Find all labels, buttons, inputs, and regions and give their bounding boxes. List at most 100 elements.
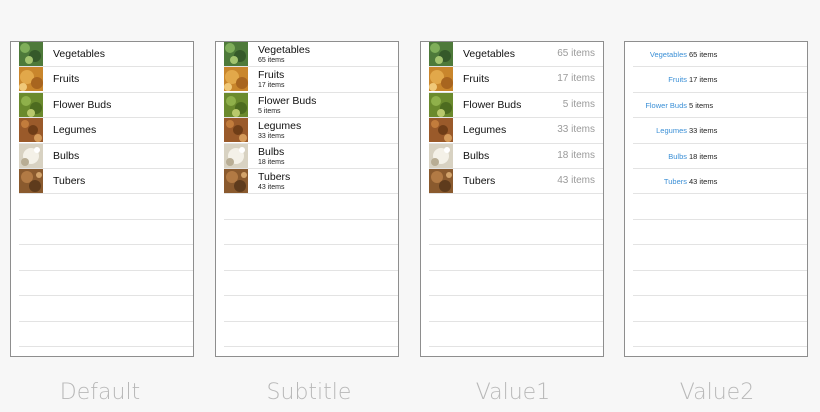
- table-row[interactable]: Fruits 17 items: [633, 67, 807, 93]
- row-detail: 65 items: [557, 48, 595, 59]
- row-detail: 43 items: [689, 176, 718, 186]
- row-title: Legumes: [258, 120, 302, 133]
- row-title: Tubers: [463, 174, 496, 187]
- table-row[interactable]: Flower Buds 5 items: [633, 93, 807, 119]
- table-row[interactable]: Fruits 17 items: [224, 67, 398, 93]
- empty-row: [19, 245, 193, 271]
- empty-row: [224, 322, 398, 348]
- row-title: Fruits: [668, 75, 687, 85]
- bulbs-photo-icon: [19, 143, 43, 168]
- vegetables-photo-icon: [19, 42, 43, 66]
- empty-row: [633, 245, 807, 271]
- table-row[interactable]: Legumes: [19, 118, 193, 144]
- row-detail: 65 items: [689, 50, 718, 59]
- table-row[interactable]: Vegetables 65 items: [633, 42, 807, 68]
- row-title: Flower Buds: [645, 100, 687, 110]
- row-title: Flower Buds: [463, 98, 522, 111]
- table-value2-style: Vegetables 65 items Fruits 17 items Flower B…: [624, 41, 808, 357]
- tubers-photo-icon: [224, 168, 248, 193]
- empty-row: [429, 271, 603, 297]
- vegetables-photo-icon: [429, 42, 453, 66]
- row-title: Legumes: [53, 124, 97, 137]
- legumes-photo-icon: [19, 118, 43, 143]
- table-default-style: Vegetables Fruits Flower Buds Legumes Bulbs T…: [10, 41, 194, 357]
- table-row[interactable]: Flower Buds: [19, 92, 193, 119]
- empty-row: [19, 322, 193, 348]
- legumes-photo-icon: [429, 118, 453, 143]
- table-row[interactable]: Legumes 33 items: [429, 118, 603, 144]
- vegetables-photo-icon: [19, 42, 43, 66]
- row-detail: 33 items: [689, 126, 718, 136]
- empty-row: [429, 220, 603, 246]
- table-row[interactable]: Bulbs 18 items: [224, 143, 398, 169]
- empty-row: [429, 296, 603, 322]
- row-title: Bulbs: [53, 149, 80, 162]
- caption-value1: Value1: [475, 380, 551, 405]
- tubers-photo-icon: [19, 168, 43, 193]
- row-title: Bulbs: [668, 151, 687, 161]
- fruits-photo-icon: [429, 67, 453, 92]
- tubers-photo-icon: [19, 168, 43, 193]
- table-row[interactable]: Vegetables: [19, 42, 193, 68]
- empty-row: [19, 220, 193, 246]
- row-title: Fruits: [463, 73, 490, 86]
- legumes-photo-icon: [19, 118, 43, 143]
- row-title: Flower Buds: [53, 98, 112, 111]
- tubers-photo-icon: [224, 168, 248, 193]
- row-subtitle: 43 items: [258, 183, 285, 191]
- row-subtitle: 5 items: [258, 107, 281, 115]
- table-rows: Vegetables Fruits Flower Buds Legumes Bulbs T…: [19, 42, 193, 348]
- table-row[interactable]: Vegetables 65 items: [224, 42, 398, 68]
- fruits-photo-icon: [224, 67, 248, 92]
- empty-row: [224, 220, 398, 246]
- empty-row: [429, 245, 603, 271]
- row-detail: 17 items: [689, 75, 718, 85]
- empty-row: [633, 271, 807, 297]
- table-row[interactable]: Tubers 43 items: [633, 169, 807, 195]
- empty-row: [224, 245, 398, 271]
- empty-row: [633, 220, 807, 246]
- row-subtitle: 18 items: [258, 158, 285, 166]
- flower-buds-photo-icon: [429, 92, 453, 117]
- row-subtitle: 65 items: [258, 57, 285, 64]
- row-detail: 18 items: [557, 149, 595, 161]
- flower-buds-photo-icon: [19, 92, 43, 117]
- row-title: Tubers: [258, 170, 291, 183]
- table-rows: Vegetables 65 items Fruits 17 items Flower B…: [224, 42, 398, 348]
- empty-row: [19, 194, 193, 220]
- table-rows: Vegetables 65 items Fruits 17 items Flower B…: [429, 42, 603, 348]
- row-title: Vegetables: [258, 44, 310, 56]
- table-row[interactable]: Tubers 43 items: [224, 168, 398, 195]
- bulbs-photo-icon: [429, 143, 453, 168]
- row-title: Tubers: [663, 176, 687, 186]
- row-detail: 17 items: [557, 73, 595, 85]
- legumes-photo-icon: [224, 118, 248, 143]
- vegetables-photo-icon: [224, 42, 248, 66]
- table-row[interactable]: Fruits 17 items: [429, 67, 603, 93]
- table-row[interactable]: Tubers 43 items: [429, 168, 603, 195]
- table-row[interactable]: Vegetables 65 items: [429, 42, 603, 68]
- row-title: Tubers: [53, 174, 86, 187]
- row-detail: 18 items: [689, 151, 718, 161]
- table-row[interactable]: Legumes 33 items: [224, 118, 398, 144]
- table-row[interactable]: Bulbs 18 items: [633, 144, 807, 169]
- table-row[interactable]: Flower Buds 5 items: [429, 92, 603, 119]
- legumes-photo-icon: [224, 118, 248, 143]
- table-row[interactable]: Legumes 33 items: [633, 118, 807, 144]
- table-row[interactable]: Tubers: [19, 168, 193, 195]
- empty-row: [633, 296, 807, 322]
- row-title: Vegetables: [463, 48, 515, 60]
- flower-buds-photo-icon: [19, 92, 43, 117]
- vegetables-photo-icon: [224, 42, 248, 66]
- empty-row: [224, 271, 398, 297]
- table-row[interactable]: Fruits: [19, 67, 193, 93]
- table-row[interactable]: Bulbs 18 items: [429, 143, 603, 169]
- empty-row: [19, 271, 193, 297]
- bulbs-photo-icon: [19, 143, 43, 168]
- table-row[interactable]: Bulbs: [19, 143, 193, 169]
- empty-row: [19, 296, 193, 322]
- table-row[interactable]: Flower Buds 5 items: [224, 92, 398, 119]
- tubers-photo-icon: [429, 168, 453, 193]
- row-title: Fruits: [53, 73, 80, 86]
- row-subtitle: 17 items: [258, 82, 285, 90]
